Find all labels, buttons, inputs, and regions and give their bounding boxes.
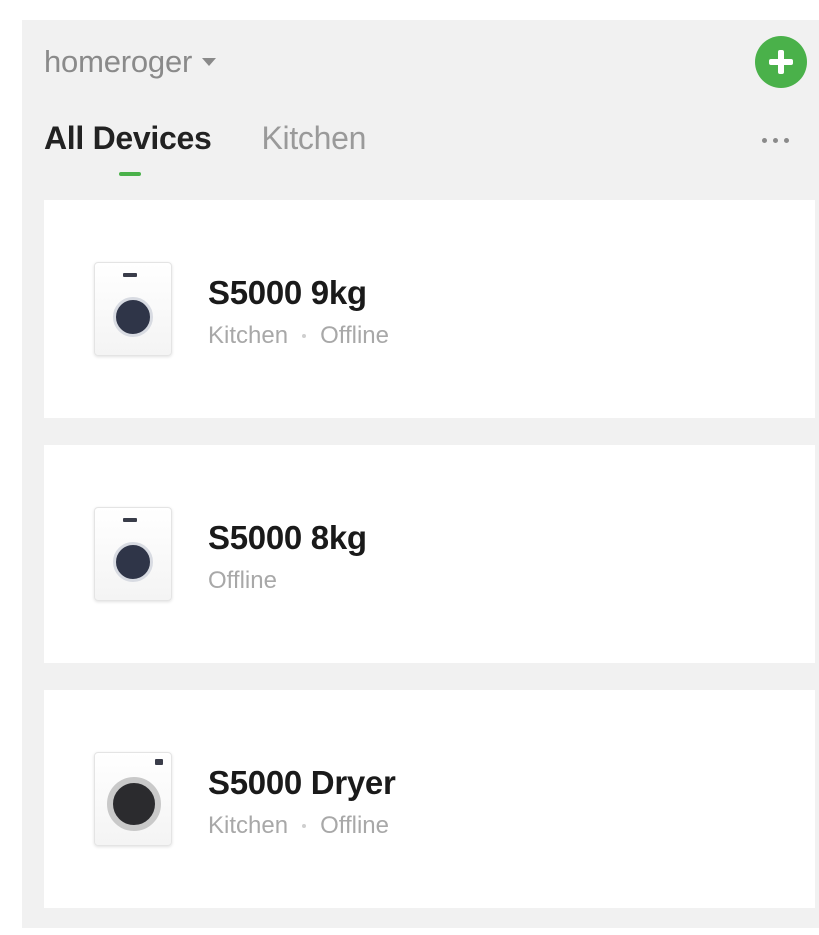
washer-drum xyxy=(113,542,153,582)
more-options-button[interactable] xyxy=(762,138,789,143)
device-card[interactable]: S5000 Dryer Kitchen Offline xyxy=(44,690,815,908)
dot-icon xyxy=(773,138,778,143)
room-tabs: All Devices Kitchen xyxy=(44,120,416,180)
separator-dot xyxy=(302,334,307,338)
dryer-panel xyxy=(155,759,163,765)
device-room: Kitchen xyxy=(208,322,289,349)
active-tab-indicator xyxy=(119,172,141,176)
device-meta: Kitchen Offline xyxy=(208,812,396,840)
device-info: S5000 9kg Kitchen Offline xyxy=(208,274,389,350)
device-list: S5000 9kg Kitchen Offline S5000 8kg Offl… xyxy=(44,200,815,935)
device-card[interactable]: S5000 9kg Kitchen Offline xyxy=(44,200,815,418)
device-info: S5000 Dryer Kitchen Offline xyxy=(208,764,396,840)
dot-icon xyxy=(762,138,767,143)
tab-kitchen[interactable]: Kitchen xyxy=(261,120,366,180)
washer-panel xyxy=(123,273,137,277)
device-meta: Offline xyxy=(208,567,367,595)
dryer-drum xyxy=(107,777,161,831)
device-meta: Kitchen Offline xyxy=(208,322,389,350)
washer-icon xyxy=(94,262,172,356)
device-room: Kitchen xyxy=(208,812,289,839)
device-status: Offline xyxy=(320,322,389,349)
home-name: homeroger xyxy=(44,44,193,79)
separator-dot xyxy=(302,824,307,828)
device-name: S5000 8kg xyxy=(208,519,367,556)
tab-label: All Devices xyxy=(44,120,212,156)
device-name: S5000 9kg xyxy=(208,274,367,311)
device-name: S5000 Dryer xyxy=(208,764,396,801)
device-card[interactable]: S5000 8kg Offline xyxy=(44,445,815,663)
add-device-button[interactable] xyxy=(755,36,807,88)
washer-drum xyxy=(113,297,153,337)
header: homeroger xyxy=(22,20,819,120)
device-info: S5000 8kg Offline xyxy=(208,519,367,595)
washer-panel xyxy=(123,518,137,522)
app-container: homeroger All Devices Kitchen S5000 9kg xyxy=(22,20,819,928)
device-status: Offline xyxy=(320,812,389,839)
washer-icon xyxy=(94,507,172,601)
tab-all-devices[interactable]: All Devices xyxy=(44,120,212,180)
home-selector[interactable]: homeroger xyxy=(44,44,217,80)
dot-icon xyxy=(784,138,789,143)
tab-label: Kitchen xyxy=(261,120,367,156)
caret-down-icon xyxy=(202,58,217,66)
dryer-icon xyxy=(94,752,172,846)
device-status: Offline xyxy=(208,567,277,594)
